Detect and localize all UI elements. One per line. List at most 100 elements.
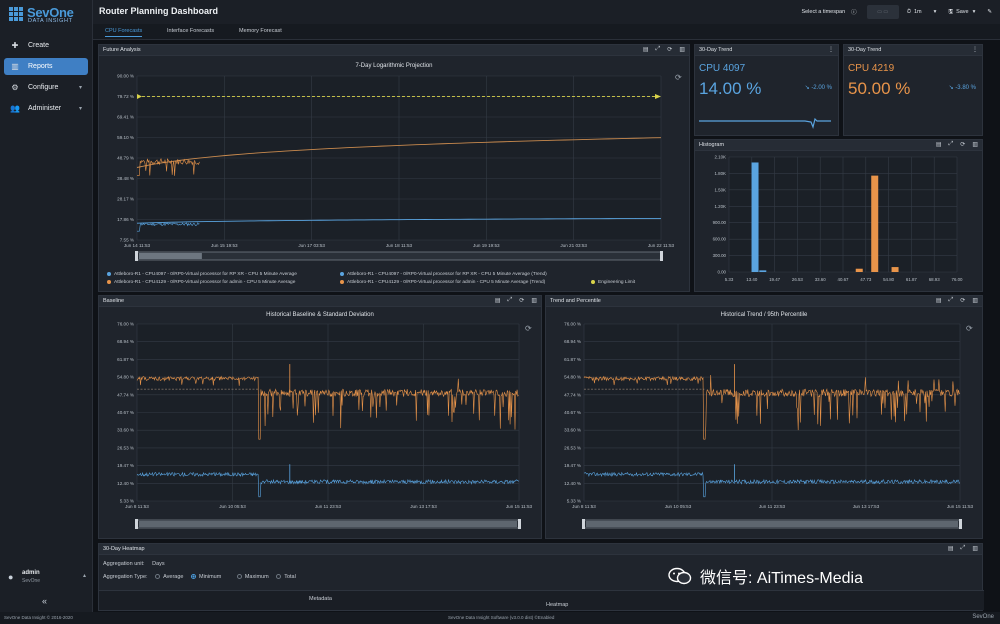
navigator-data-preview bbox=[139, 521, 517, 527]
nav-item-administer[interactable]: 👥 Administer ▾ bbox=[4, 100, 88, 117]
tab-cpu-forecasts[interactable]: CPU Forecasts bbox=[105, 28, 143, 37]
menu-icon[interactable]: ⋮ bbox=[965, 46, 978, 53]
y-tick-label: 90.00 % bbox=[117, 74, 134, 79]
y-tick-label: 40.67 % bbox=[564, 410, 581, 415]
kpi-value: 50.00 % bbox=[848, 79, 911, 98]
x-tick-label: Jun 11 23:53 bbox=[759, 504, 786, 509]
edit-icon[interactable]: ✎ bbox=[987, 9, 992, 15]
footer-version: SevOne Data Insight Software (v3.0.0 dis… bbox=[448, 615, 555, 620]
refresh-icon[interactable]: ⟳ bbox=[667, 46, 672, 53]
y-tick-label: 17.86 % bbox=[117, 217, 134, 222]
refresh-icon[interactable]: ⟳ bbox=[519, 297, 524, 304]
file-icon[interactable]: ▥ bbox=[972, 545, 978, 552]
export-icon[interactable]: ▤ bbox=[936, 141, 942, 148]
collapse-sidebar-icon[interactable]: « bbox=[42, 596, 47, 606]
refresh-interval[interactable]: 1m bbox=[914, 9, 922, 15]
trend-down-icon: ↘ bbox=[948, 85, 954, 91]
y-tick-label: 33.60 % bbox=[564, 428, 581, 433]
y-tick-label: 47.74 % bbox=[117, 392, 134, 397]
navigator-handle-left bbox=[135, 251, 138, 261]
histogram-bar bbox=[891, 267, 899, 272]
panel-title: Future Analysis bbox=[103, 47, 141, 53]
timespan-label[interactable]: Select a timespan bbox=[801, 9, 845, 15]
logo-mark-icon bbox=[9, 7, 24, 22]
agg-unit-label: Aggregation unit: bbox=[103, 561, 145, 567]
info-icon[interactable]: ⓘ bbox=[851, 8, 857, 16]
x-tick-label: Jun 13 17:53 bbox=[410, 504, 437, 509]
footer-copyright: SevOne Data Insight © 2016-2020 bbox=[4, 615, 73, 620]
brand-sub: DATA INSIGHT bbox=[28, 18, 73, 24]
refresh-icon[interactable]: ⟳ bbox=[960, 297, 965, 304]
nav-item-configure[interactable]: ⚙ Configure ▾ bbox=[4, 79, 88, 96]
y-tick-label: 76.00 % bbox=[117, 322, 134, 327]
kpi-change: ↘ -3.80 % bbox=[949, 84, 976, 91]
y-tick-label: 2.10K bbox=[715, 155, 727, 160]
expand-icon[interactable]: ⤢ bbox=[948, 297, 953, 304]
legend-item[interactable]: Attleboro-R1 - CPU4097 - 0/RP0-Virtual p… bbox=[340, 271, 547, 279]
radio-average[interactable] bbox=[155, 574, 161, 580]
nav-item-create[interactable]: ✚ Create bbox=[4, 37, 88, 54]
agg-unit-select[interactable]: Days bbox=[152, 561, 165, 567]
y-tick-label: 48.79 % bbox=[117, 156, 134, 161]
panel-title: 30-Day Heatmap bbox=[103, 546, 145, 552]
refresh-icon[interactable]: ⟳ bbox=[960, 141, 965, 148]
file-icon[interactable]: ▥ bbox=[972, 141, 978, 148]
y-tick-label: 5.33 % bbox=[120, 499, 134, 504]
aggregation-type-row: Aggregation Type: Average Minimum Maximu… bbox=[103, 574, 296, 580]
y-tick-label: 47.74 % bbox=[564, 392, 581, 397]
expand-icon[interactable]: ⤢ bbox=[948, 141, 953, 148]
brand-logo[interactable]: SevOne DATA INSIGHT bbox=[9, 5, 87, 27]
menu-icon[interactable]: ⋮ bbox=[821, 46, 834, 53]
save-button[interactable]: Save bbox=[956, 9, 969, 15]
top-bar: Router Planning Dashboard Select a times… bbox=[93, 0, 1000, 24]
x-tick-label: Jun 18 11:53 bbox=[386, 243, 413, 248]
legend-item[interactable]: Attleboro-R1 - CPU4097 - 0/RP0-Virtual p… bbox=[107, 271, 297, 279]
timespan-picker[interactable]: ▭ ▭ bbox=[866, 5, 899, 19]
y-tick-label: 68.94 % bbox=[117, 339, 134, 344]
x-tick-label: Jun 8 11:53 bbox=[125, 504, 149, 509]
expand-icon[interactable]: ⤢ bbox=[655, 46, 660, 53]
radio-label: Minimum bbox=[199, 574, 222, 580]
column-metadata: Metadata bbox=[309, 596, 332, 602]
tab-memory-forecast[interactable]: Memory Forecast bbox=[239, 28, 282, 34]
range-navigator bbox=[136, 251, 662, 261]
export-icon[interactable]: ▤ bbox=[948, 545, 954, 552]
file-icon[interactable]: ▥ bbox=[531, 297, 537, 304]
toolbar: Select a timespan ⓘ ▭ ▭ ⏱ 1m ▾ 🖫 Save ▾ … bbox=[801, 0, 1000, 24]
y-tick-label: 600.00 bbox=[713, 237, 727, 242]
legend-label: Attleboro-R1 - CPU4129 - 0/RP0-Virtual p… bbox=[114, 280, 296, 285]
file-icon[interactable]: ▥ bbox=[972, 297, 978, 304]
radio-maximum[interactable] bbox=[236, 574, 242, 580]
navigator-handle-left bbox=[582, 519, 585, 529]
y-tick-label: 61.87 % bbox=[117, 357, 134, 362]
panel-header: 30-Day Trend ⋮ bbox=[695, 45, 838, 56]
kpi-cpu4219-panel: 30-Day Trend ⋮ CPU 4219 50.00 % ↘ -3.80 % bbox=[843, 44, 983, 136]
panel-title: 30-Day Trend bbox=[699, 47, 733, 53]
x-tick-label: Jun 21 03:53 bbox=[560, 243, 587, 248]
tab-bar: CPU Forecasts Interface Forecasts Memory… bbox=[93, 24, 1000, 40]
dropdown-icon[interactable]: ▾ bbox=[934, 9, 937, 15]
column-heatmap: Heatmap bbox=[546, 602, 569, 608]
legend-item[interactable]: Attleboro-R1 - CPU4129 - 0/RP0-Virtual p… bbox=[340, 279, 545, 287]
export-icon[interactable]: ▤ bbox=[495, 297, 501, 304]
radio-total[interactable] bbox=[276, 574, 282, 580]
legend-label: Attleboro-R1 - CPU4097 - 0/RP0-Virtual p… bbox=[114, 272, 297, 277]
export-icon[interactable]: ▤ bbox=[936, 297, 942, 304]
radio-minimum[interactable] bbox=[191, 574, 196, 580]
export-icon[interactable]: ▤ bbox=[643, 46, 649, 53]
x-tick-label: Jun 19 19:53 bbox=[473, 243, 500, 248]
x-tick-label: 68.93 bbox=[929, 277, 941, 282]
x-tick-label: 19.47 bbox=[769, 277, 781, 282]
legend-item[interactable]: Attleboro-R1 - CPU4129 - 0/RP0-Virtual p… bbox=[107, 279, 295, 287]
legend-item[interactable]: Engineering Limit bbox=[591, 279, 635, 287]
tab-interface-forecasts[interactable]: Interface Forecasts bbox=[167, 28, 214, 34]
file-icon[interactable]: ▥ bbox=[679, 46, 685, 53]
expand-icon[interactable]: ⤢ bbox=[961, 545, 966, 552]
kpi-change-value: -3.80 % bbox=[955, 85, 976, 91]
y-tick-label: 54.80 % bbox=[564, 375, 581, 380]
save-dropdown-icon[interactable]: ▾ bbox=[973, 9, 976, 15]
sidebar: SevOne DATA INSIGHT ✚ Create ▥ Reports ⚙ Co… bbox=[0, 0, 93, 612]
user-menu[interactable]: ● admin SevOne ▴ bbox=[8, 570, 88, 588]
expand-icon[interactable]: ⤢ bbox=[507, 297, 512, 304]
nav-item-reports[interactable]: ▥ Reports bbox=[4, 58, 88, 75]
